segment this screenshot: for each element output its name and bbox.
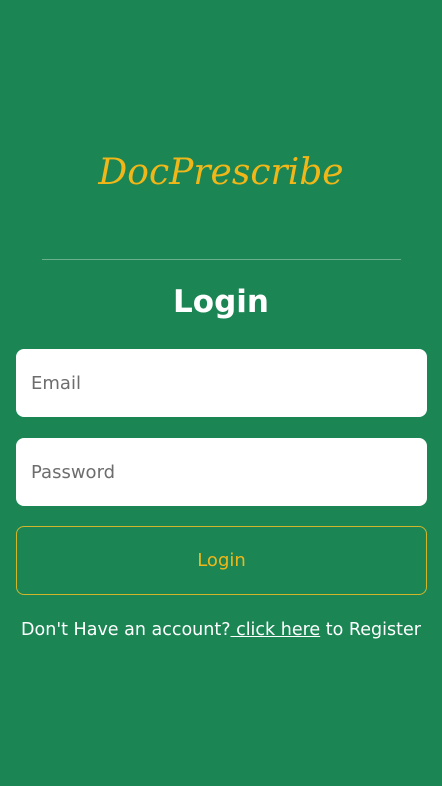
app-logo: DocPrescribe	[98, 152, 344, 193]
email-field[interactable]	[16, 349, 427, 417]
password-field[interactable]	[16, 438, 427, 506]
login-button[interactable]: Login	[16, 526, 427, 595]
register-link[interactable]: click here	[231, 620, 320, 640]
divider	[42, 259, 401, 260]
register-prefix-text: Don't Have an account?	[21, 620, 231, 640]
page-title: Login	[173, 284, 269, 320]
register-suffix-text: to Register	[320, 620, 421, 640]
register-prompt: Don't Have an account? click here to Reg…	[0, 617, 442, 643]
